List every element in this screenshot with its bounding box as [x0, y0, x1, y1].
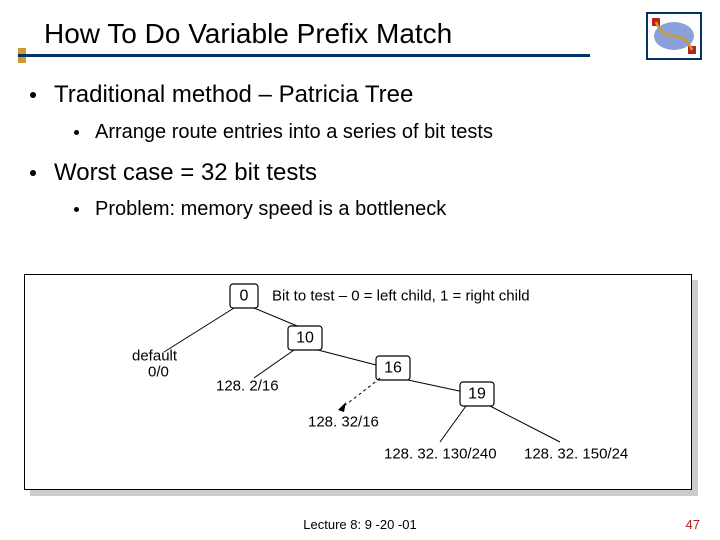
edge [490, 406, 560, 442]
footer-page: 47 [686, 517, 700, 532]
node-10-label: 10 [296, 330, 314, 347]
bullet-dot [30, 170, 36, 176]
tree-svg: Bit to test – 0 = left child, 1 = right … [24, 274, 692, 490]
edge [318, 350, 380, 366]
edge [254, 308, 302, 328]
slide-title: How To Do Variable Prefix Match [44, 18, 452, 50]
bullet-text: Traditional method – Patricia Tree [54, 78, 413, 112]
bullet-text: Worst case = 32 bit tests [54, 156, 317, 190]
bullet-worst: Worst case = 32 bit tests [30, 156, 700, 190]
slide-logo [646, 12, 702, 60]
accent-line [18, 54, 590, 57]
leaf-128-32-130: 128. 32. 130/240 [384, 446, 497, 463]
bullet-traditional: Traditional method – Patricia Tree [30, 78, 700, 112]
diagram-caption: Bit to test – 0 = left child, 1 = right … [272, 288, 530, 305]
bullet-text: Problem: memory speed is a bottleneck [95, 195, 446, 223]
footer-lecture: Lecture 8: 9 -20 -01 [0, 517, 720, 532]
node-0-label: 0 [240, 288, 249, 305]
leaf-128-32-16: 128. 32/16 [308, 414, 379, 431]
node-16-label: 16 [384, 360, 402, 377]
bullet-dot [74, 207, 79, 212]
leaf-128-2-16: 128. 2/16 [216, 378, 279, 395]
bullet-text: Arrange route entries into a series of b… [95, 118, 493, 146]
edge [440, 406, 466, 442]
node-19-label: 19 [468, 386, 486, 403]
edge [408, 380, 464, 392]
bullet-dot [74, 130, 79, 135]
edge [254, 350, 294, 378]
slide-content: Traditional method – Patricia Tree Arran… [30, 78, 700, 233]
leaf-128-32-150: 128. 32. 150/24 [524, 446, 628, 463]
arrowhead [338, 402, 346, 412]
leaf-default-1: default [132, 348, 178, 365]
leaf-default-2: 0/0 [148, 364, 169, 381]
bullet-dot [30, 92, 36, 98]
bullet-problem: Problem: memory speed is a bottleneck [74, 195, 700, 223]
edge [164, 308, 234, 352]
bullet-arrange: Arrange route entries into a series of b… [74, 118, 700, 146]
patricia-tree-diagram: Bit to test – 0 = left child, 1 = right … [24, 274, 692, 490]
